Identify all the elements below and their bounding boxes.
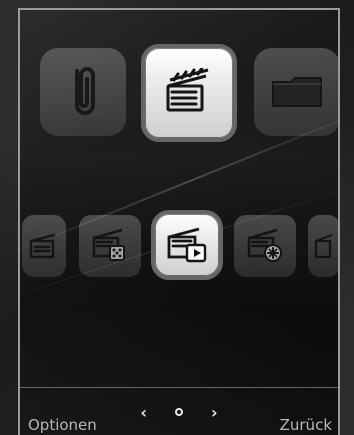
clapperboard-icon: [314, 227, 334, 265]
clapperboard-dice-icon: [88, 224, 132, 268]
tile-video-dice[interactable]: [79, 215, 141, 277]
root: ‹ › Optionen Zurück: [0, 0, 354, 435]
clapperboard-play-icon: [163, 221, 211, 269]
softkey-options[interactable]: Optionen: [28, 416, 97, 434]
tile-video-partial-left[interactable]: [22, 215, 66, 277]
softkey-back[interactable]: Zurück: [280, 416, 332, 434]
paperclip-icon: [63, 61, 103, 123]
clapperboard-icon: [162, 66, 216, 118]
tile-files[interactable]: [254, 48, 338, 136]
softkey-bar: Optionen Zurück: [20, 413, 338, 435]
tile-attachments[interactable]: [40, 48, 126, 136]
screen: ‹ › Optionen Zurück: [18, 8, 340, 435]
tile-video-partial-right[interactable]: [308, 215, 338, 277]
tile-video-settings[interactable]: [234, 215, 296, 277]
bottom-divider: [20, 387, 338, 388]
tile-video-selected[interactable]: [141, 44, 237, 142]
tile-video-play-selected[interactable]: [151, 210, 223, 280]
clapperboard-settings-icon: [243, 224, 287, 268]
folder-icon: [269, 70, 325, 114]
clapperboard-icon: [27, 227, 61, 265]
